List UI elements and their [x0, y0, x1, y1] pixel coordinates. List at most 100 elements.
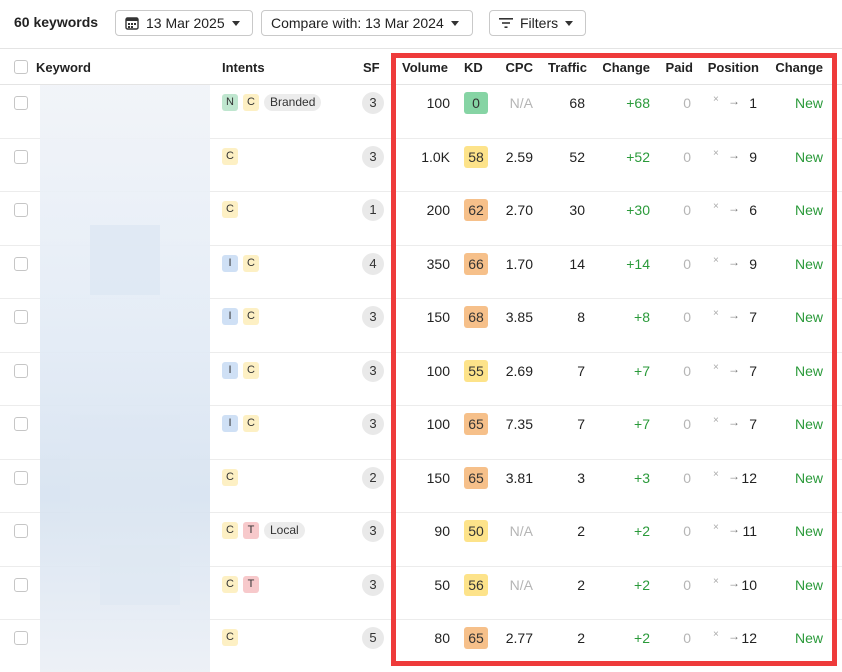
sf-badge[interactable]: 1: [362, 199, 384, 221]
col-sf[interactable]: SF: [363, 60, 380, 75]
filters-button[interactable]: Filters: [489, 10, 586, 36]
toolbar: 60 keywords 13 Mar 2025 Compare with: 13…: [0, 0, 842, 48]
intent-pill: Local: [264, 522, 305, 539]
traffic-cell: 2: [577, 576, 585, 593]
volume-cell: 150: [426, 309, 450, 325]
paid-cell: 0: [683, 576, 691, 593]
position-cell: 7: [749, 309, 757, 325]
cpc-cell: 7.35: [505, 416, 533, 432]
col-traffic[interactable]: Traffic: [542, 60, 587, 75]
volume-cell: 100: [426, 362, 450, 379]
traffic-change-cell: +7: [634, 416, 650, 432]
traffic-change-cell: +7: [634, 362, 650, 379]
previous-position-none: ×: [713, 94, 719, 105]
kd-badge: 65: [464, 466, 488, 489]
traffic-cell: 2: [577, 630, 585, 646]
paid-cell: 0: [683, 309, 691, 325]
previous-position-none: ×: [713, 575, 719, 587]
sf-badge[interactable]: 3: [362, 413, 384, 435]
position-cell: 6: [749, 202, 757, 218]
col-traffic-change[interactable]: Change: [596, 60, 650, 75]
cpc-cell: 2.69: [505, 362, 533, 379]
volume-cell: 200: [426, 202, 450, 218]
position-change-cell: New: [794, 362, 823, 379]
position-change-cell: New: [794, 202, 823, 218]
sf-badge[interactable]: 3: [362, 520, 384, 542]
traffic-change-cell: +3: [634, 469, 650, 486]
col-keyword[interactable]: Keyword: [36, 60, 91, 75]
row-checkbox[interactable]: [14, 417, 28, 431]
row-checkbox[interactable]: [14, 631, 28, 645]
intent-tag: N: [222, 94, 238, 111]
col-intents[interactable]: Intents: [222, 60, 265, 75]
date-label: 13 Mar 2025: [146, 15, 225, 31]
previous-position-none: ×: [713, 522, 719, 533]
sf-badge[interactable]: 3: [362, 306, 384, 328]
cpc-cell: 1.70: [505, 255, 533, 272]
row-checkbox[interactable]: [14, 256, 28, 271]
traffic-change-cell: +30: [626, 202, 650, 218]
col-paid[interactable]: Paid: [662, 60, 693, 75]
cpc-cell: N/A: [509, 576, 533, 593]
kd-badge: 66: [464, 252, 488, 275]
sf-badge[interactable]: 2: [362, 466, 384, 489]
intent-tag: I: [222, 308, 238, 325]
row-checkbox[interactable]: [14, 96, 28, 110]
sf-badge[interactable]: 3: [362, 92, 384, 114]
row-checkbox[interactable]: [14, 203, 28, 217]
intent-tag: I: [222, 361, 238, 379]
col-volume[interactable]: Volume: [398, 60, 448, 75]
kd-badge: 0: [464, 92, 488, 114]
traffic-cell: 30: [569, 202, 585, 218]
col-position-change[interactable]: Change: [770, 60, 823, 75]
kd-badge: 55: [464, 359, 488, 382]
intents-cell: C: [222, 629, 238, 646]
intent-tag: C: [243, 94, 259, 111]
intents-cell: CT: [222, 575, 259, 593]
cpc-cell: 2.70: [505, 202, 533, 218]
traffic-cell: 3: [577, 469, 585, 486]
volume-cell: 50: [434, 576, 450, 593]
paid-cell: 0: [683, 95, 691, 111]
paid-cell: 0: [683, 255, 691, 272]
position-cell: 12: [741, 469, 757, 486]
position-cell: 7: [749, 362, 757, 379]
traffic-change-cell: +14: [626, 255, 650, 272]
row-checkbox[interactable]: [14, 524, 28, 538]
cpc-cell: N/A: [509, 95, 533, 111]
col-position[interactable]: Position: [704, 60, 759, 75]
compare-with-button[interactable]: Compare with: 13 Mar 2024: [261, 10, 473, 36]
sf-badge[interactable]: 5: [362, 627, 384, 649]
keyword-count: 60 keywords: [14, 14, 99, 30]
filter-icon: [499, 18, 513, 28]
row-checkbox[interactable]: [14, 310, 28, 324]
sf-badge[interactable]: 3: [362, 359, 384, 382]
traffic-cell: 52: [569, 148, 585, 165]
row-checkbox[interactable]: [14, 149, 28, 164]
sf-badge[interactable]: 4: [362, 252, 384, 275]
intents-cell: C: [222, 468, 238, 486]
previous-position-none: ×: [713, 415, 719, 426]
row-checkbox[interactable]: [14, 577, 28, 592]
paid-cell: 0: [683, 523, 691, 539]
date-picker-button[interactable]: 13 Mar 2025: [115, 10, 253, 36]
intent-tag: T: [243, 575, 259, 593]
sf-badge[interactable]: 3: [362, 145, 384, 168]
position-cell: 1: [749, 95, 757, 111]
traffic-change-cell: +2: [634, 523, 650, 539]
row-checkbox[interactable]: [14, 470, 28, 485]
col-cpc[interactable]: CPC: [500, 60, 533, 75]
traffic-cell: 7: [577, 362, 585, 379]
sf-badge[interactable]: 3: [362, 573, 384, 596]
redacted-keywords: [40, 85, 210, 672]
paid-cell: 0: [683, 469, 691, 486]
traffic-change-cell: +2: [634, 576, 650, 593]
col-kd[interactable]: KD: [464, 60, 483, 75]
select-all-checkbox[interactable]: [14, 60, 28, 74]
intents-cell: IC: [222, 308, 259, 325]
paid-cell: 0: [683, 202, 691, 218]
calendar-icon: [125, 17, 139, 30]
intents-cell: C: [222, 147, 238, 165]
volume-cell: 90: [434, 523, 450, 539]
row-checkbox[interactable]: [14, 363, 28, 378]
